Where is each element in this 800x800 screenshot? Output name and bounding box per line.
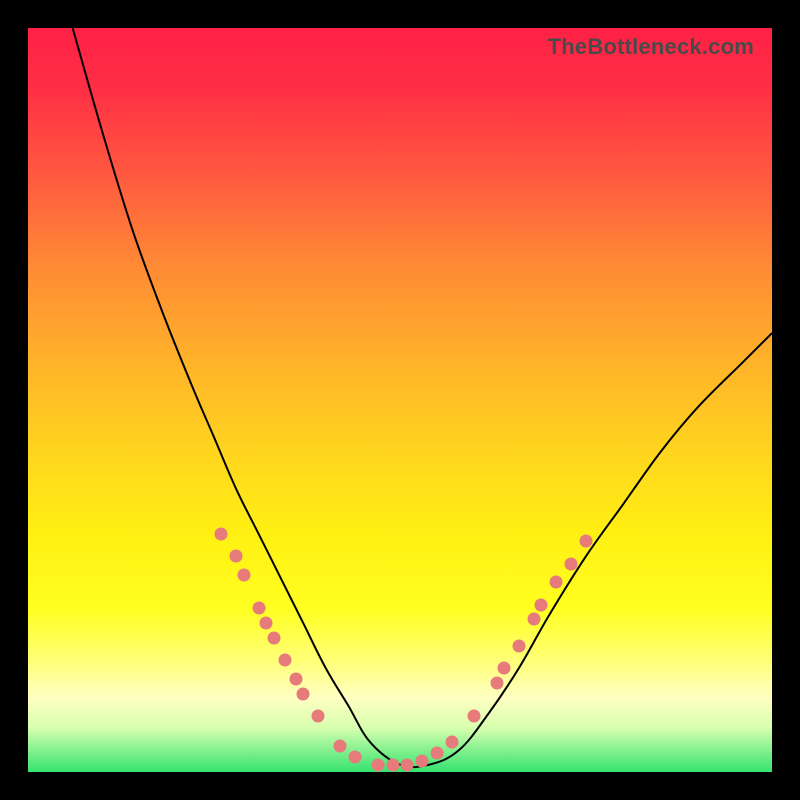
plot-area: TheBottleneck.com bbox=[28, 28, 772, 772]
marker-dot bbox=[416, 754, 429, 767]
marker-dot bbox=[215, 527, 228, 540]
marker-dot bbox=[490, 676, 503, 689]
marker-dot bbox=[386, 758, 399, 771]
marker-layer bbox=[28, 28, 772, 772]
marker-dot bbox=[230, 550, 243, 563]
marker-dot bbox=[468, 710, 481, 723]
marker-dot bbox=[527, 613, 540, 626]
marker-dot bbox=[312, 710, 325, 723]
marker-dot bbox=[580, 535, 593, 548]
chart-frame: TheBottleneck.com bbox=[0, 0, 800, 800]
marker-dot bbox=[565, 557, 578, 570]
marker-dot bbox=[267, 632, 280, 645]
marker-dot bbox=[252, 602, 265, 615]
marker-dot bbox=[289, 673, 302, 686]
marker-dot bbox=[278, 654, 291, 667]
marker-dot bbox=[498, 661, 511, 674]
marker-dot bbox=[401, 758, 414, 771]
marker-dot bbox=[550, 576, 563, 589]
marker-dot bbox=[446, 736, 459, 749]
marker-dot bbox=[334, 739, 347, 752]
watermark-text: TheBottleneck.com bbox=[548, 34, 754, 60]
marker-dot bbox=[431, 747, 444, 760]
marker-dot bbox=[237, 568, 250, 581]
marker-dot bbox=[297, 687, 310, 700]
marker-dot bbox=[260, 617, 273, 630]
marker-dot bbox=[371, 758, 384, 771]
marker-dot bbox=[349, 751, 362, 764]
marker-dot bbox=[513, 639, 526, 652]
marker-dot bbox=[535, 598, 548, 611]
